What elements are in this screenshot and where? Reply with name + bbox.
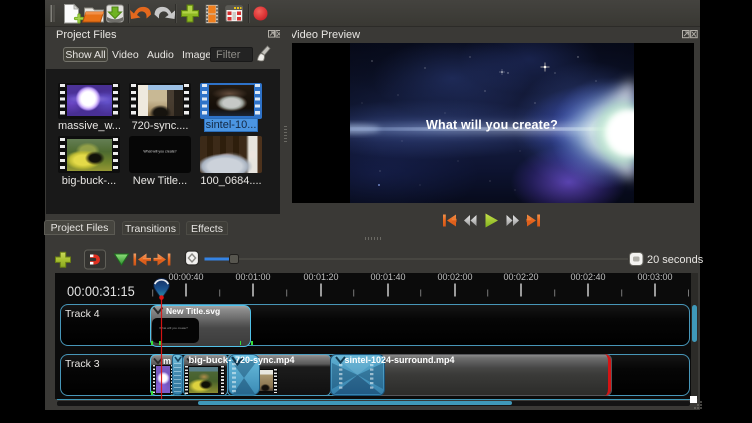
svg-text:00:02:00: 00:02:00 <box>437 272 472 282</box>
svg-text:00:01:40: 00:01:40 <box>370 272 405 282</box>
svg-text:00:03:00: 00:03:00 <box>637 272 672 282</box>
svg-text:00:02:20: 00:02:20 <box>503 272 538 282</box>
svg-text:00:01:20: 00:01:20 <box>303 272 338 282</box>
svg-text:00:01:00: 00:01:00 <box>235 272 270 282</box>
svg-text:00:02:40: 00:02:40 <box>570 272 605 282</box>
